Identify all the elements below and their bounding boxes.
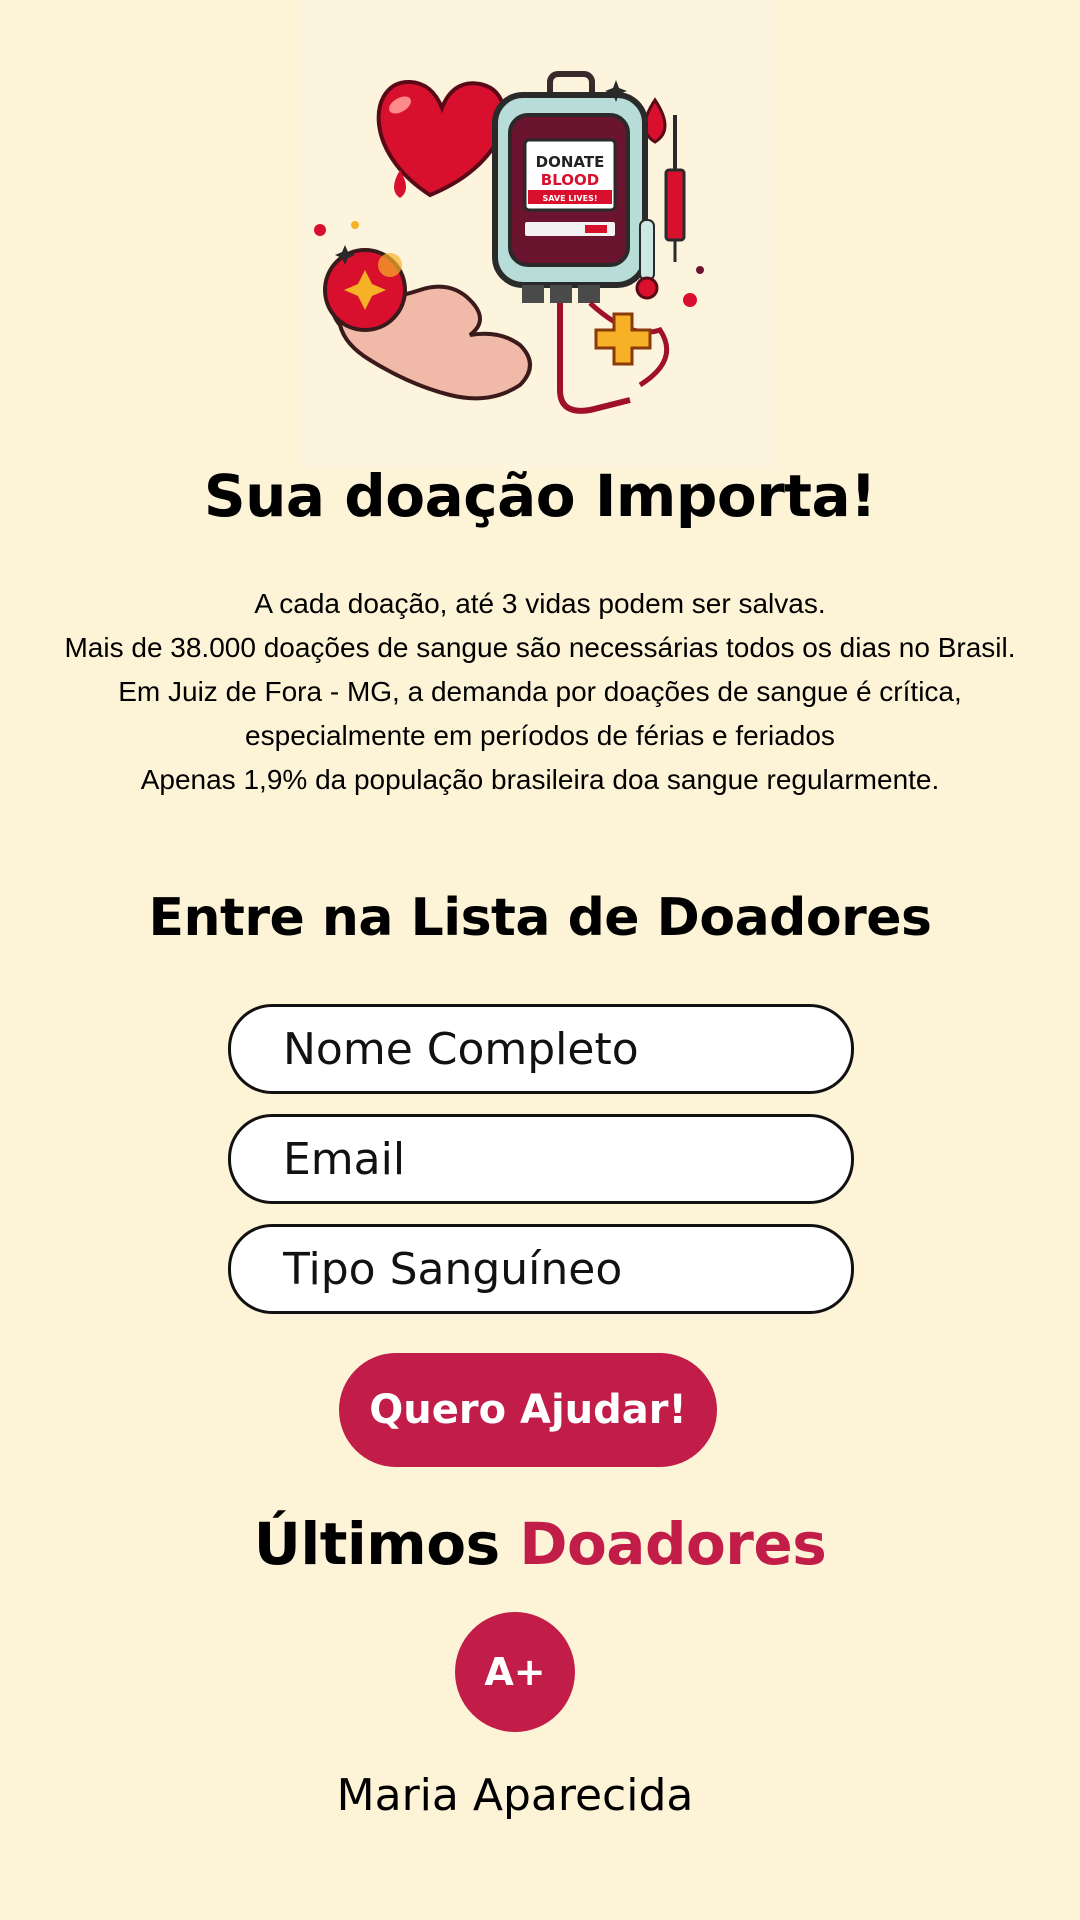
donors-heading: Últimos Doadores (0, 1510, 1080, 1578)
intro-line: Mais de 38.000 doações de sangue são nec… (64, 632, 1016, 663)
submit-button[interactable]: Quero Ajudar! (339, 1353, 717, 1467)
donor-name: Maria Aparecida (336, 1770, 694, 1821)
page-title: Sua doação Importa! (203, 462, 877, 530)
email-field[interactable] (228, 1114, 854, 1204)
intro-line: Em Juiz de Fora - MG, a demanda por doaç… (118, 676, 962, 751)
intro-text: A cada doação, até 3 vidas podem ser sal… (60, 582, 1020, 802)
blood-type-field[interactable] (228, 1224, 854, 1314)
blood-bag-illustration: DONATE BLOOD SAVE LIVES! (314, 71, 704, 414)
blood-type-input[interactable] (231, 1227, 851, 1311)
donors-heading-part2: Doadores (519, 1510, 827, 1578)
name-field[interactable] (228, 1004, 854, 1094)
form-heading: Entre na Lista de Doadores (148, 888, 932, 948)
name-input[interactable] (231, 1007, 851, 1091)
blood-type-badge: A+ (455, 1612, 575, 1732)
svg-text:BLOOD: BLOOD (541, 171, 599, 189)
intro-line: A cada doação, até 3 vidas podem ser sal… (254, 588, 826, 619)
donors-heading-part1: Últimos (253, 1510, 500, 1578)
svg-text:SAVE LIVES!: SAVE LIVES! (543, 194, 598, 203)
hero-illustration: DONATE BLOOD SAVE LIVES! (300, 0, 780, 470)
svg-text:DONATE: DONATE (536, 153, 605, 171)
email-input[interactable] (231, 1117, 851, 1201)
intro-line: Apenas 1,9% da população brasileira doa … (140, 764, 940, 795)
